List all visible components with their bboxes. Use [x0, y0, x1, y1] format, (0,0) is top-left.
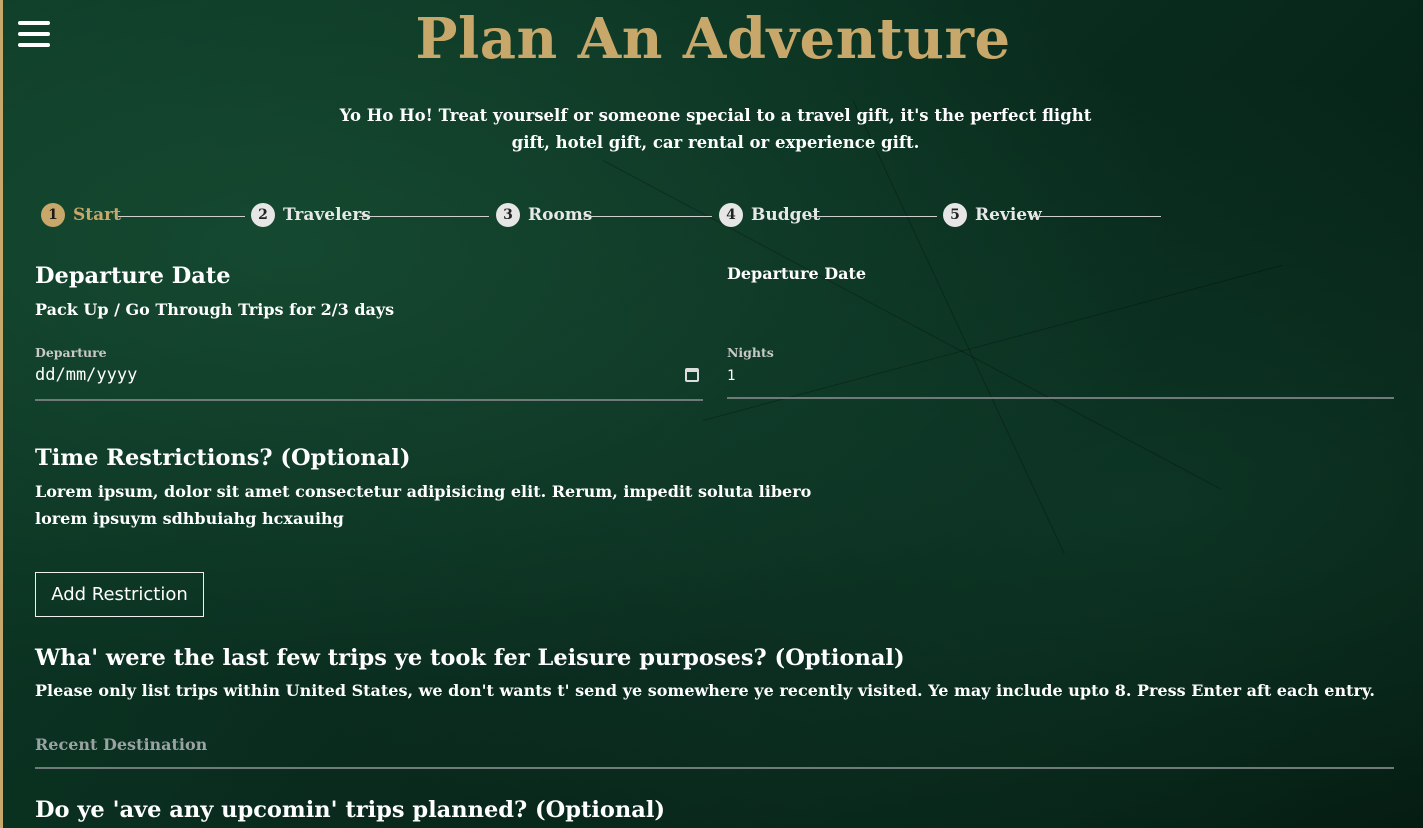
- step-label: Start: [73, 205, 121, 225]
- step-connector: [118, 216, 245, 217]
- step-travelers[interactable]: 2 Travelers: [251, 203, 371, 227]
- departure-heading: Departure Date: [35, 263, 231, 289]
- step-budget[interactable]: 4 Budget: [719, 203, 820, 227]
- progress-stepper: 1 Start 2 Travelers 3 Rooms 4 Budget 5 R…: [41, 203, 1166, 231]
- nights-underline: [727, 397, 1394, 399]
- step-label: Travelers: [283, 205, 371, 225]
- step-label: Budget: [751, 205, 821, 225]
- calendar-icon[interactable]: [685, 368, 699, 382]
- nights-label: Nights: [727, 345, 774, 360]
- step-start[interactable]: 1 Start: [41, 203, 121, 227]
- nights-input[interactable]: 1: [727, 368, 1387, 384]
- restrictions-description-line2: lorem ipsuym sdhbuiahg hcxauihg: [35, 509, 344, 528]
- step-rooms[interactable]: 3 Rooms: [496, 203, 592, 227]
- recent-destination-input[interactable]: Recent Destination: [35, 735, 1385, 754]
- step-number: 4: [719, 203, 743, 227]
- recent-destination-underline: [35, 767, 1394, 769]
- departure-label: Departure: [35, 345, 107, 360]
- map-decoration: [852, 100, 1065, 554]
- step-connector: [1033, 216, 1161, 217]
- step-number: 2: [251, 203, 275, 227]
- step-review[interactable]: 5 Review: [943, 203, 1042, 227]
- departure-right-heading: Departure Date: [727, 264, 867, 283]
- step-number: 5: [943, 203, 967, 227]
- departure-underline: [35, 399, 703, 401]
- upcoming-trips-heading: Do ye 'ave any upcomin' trips planned? (…: [35, 797, 666, 823]
- step-label: Review: [975, 205, 1042, 225]
- recent-trips-heading: Wha' were the last few trips ye took fer…: [35, 645, 905, 671]
- step-number: 1: [41, 203, 65, 227]
- restrictions-heading: Time Restrictions? (Optional): [35, 445, 411, 471]
- step-number: 3: [496, 203, 520, 227]
- add-restriction-button[interactable]: Add Restriction: [35, 572, 204, 617]
- step-connector: [809, 216, 937, 217]
- step-label: Rooms: [528, 205, 593, 225]
- departure-date-input[interactable]: dd/mm/yyyy: [35, 365, 675, 385]
- page-subtitle: Yo Ho Ho! Treat yourself or someone spec…: [339, 106, 1092, 152]
- recent-trips-description: Please only list trips within United Sta…: [35, 681, 1375, 700]
- step-connector: [584, 216, 712, 217]
- restrictions-description-line1: Lorem ipsum, dolor sit amet consectetur …: [35, 482, 812, 501]
- step-connector: [359, 216, 489, 217]
- page-title: Plan An Adventure: [415, 6, 1011, 72]
- departure-description: Pack Up / Go Through Trips for 2/3 days: [35, 300, 395, 319]
